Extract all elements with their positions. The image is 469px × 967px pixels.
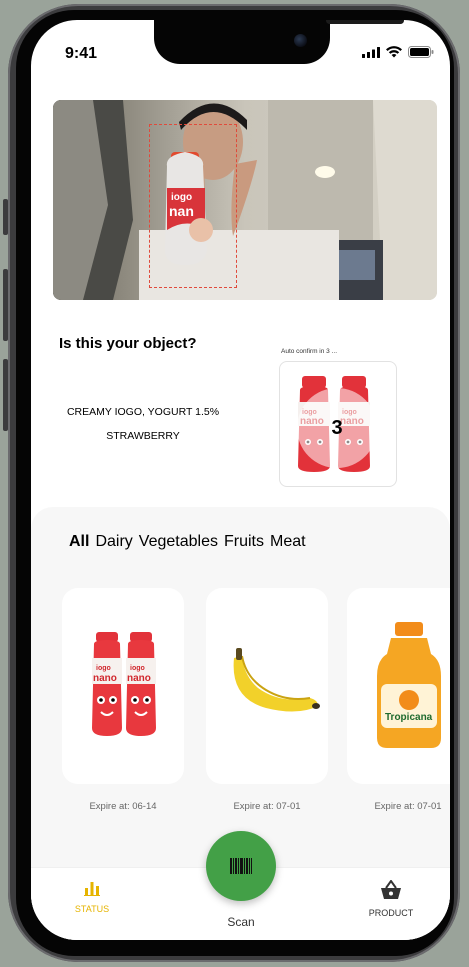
product-card-banana[interactable] (206, 588, 328, 784)
product-card-orange-juice[interactable]: Tropicana (347, 588, 450, 784)
auto-confirm-countdown: 3 (297, 388, 377, 468)
banana-image (233, 648, 320, 712)
tab-all[interactable]: All (69, 533, 89, 551)
detection-question: Is this your object? (59, 335, 197, 352)
status-time: 9:41 (65, 45, 98, 62)
yogurt-image: iogo nano iogo nano (92, 632, 156, 736)
volume-up-button (3, 269, 8, 341)
basket-icon (381, 879, 401, 899)
tab-fruits[interactable]: Fruits (224, 533, 264, 551)
orange-juice-image: Tropicana (377, 622, 441, 748)
scan-button[interactable] (206, 831, 276, 901)
svg-text:Tropicana: Tropicana (385, 712, 433, 723)
camera-feed-image: iogo nan (53, 100, 437, 300)
cellular-signal-icon (362, 46, 380, 58)
detected-product-name: CREAMY IOGO, YOGURT 1.5% STRAWBERRY (61, 400, 225, 448)
status-icons (362, 46, 434, 58)
tab-dairy[interactable]: Dairy (95, 533, 132, 551)
nav-product-label: PRODUCT (368, 908, 414, 918)
expire-date-banana: Expire at: 07-01 (233, 801, 301, 812)
app-screen: 9:41 iogo nan Is this your object? CREAM… (31, 20, 450, 940)
action-button (3, 199, 8, 235)
bar-chart-icon (84, 882, 100, 896)
notch (154, 20, 404, 64)
svg-text:nano: nano (93, 673, 117, 684)
speaker-grille (326, 20, 404, 24)
category-tabs: All Dairy Vegetables Fruits Meat (69, 533, 306, 551)
wifi-icon (386, 46, 402, 58)
detection-box (149, 124, 237, 288)
battery-icon (408, 46, 434, 58)
barcode-icon (230, 858, 252, 874)
product-name-line2: STRAWBERRY (106, 430, 180, 442)
expire-date-yogurt: Expire at: 06-14 (89, 801, 157, 812)
scan-label: Scan (227, 915, 255, 929)
svg-text:iogo: iogo (130, 665, 145, 672)
svg-text:iogo: iogo (96, 665, 111, 672)
front-camera (294, 34, 307, 47)
auto-confirm-text: Auto confirm in 3 ... (281, 348, 337, 355)
tab-vegetables[interactable]: Vegetables (139, 533, 218, 551)
nav-product[interactable]: PRODUCT (366, 879, 416, 918)
nav-status[interactable]: STATUS (72, 880, 112, 914)
camera-preview[interactable]: iogo nan (53, 100, 437, 300)
expire-date-orange-juice: Expire at: 07-01 (374, 801, 442, 812)
tab-meat[interactable]: Meat (270, 533, 306, 551)
product-name-line1: CREAMY IOGO, YOGURT 1.5% (66, 406, 220, 418)
svg-text:nano: nano (127, 673, 151, 684)
volume-down-button (3, 359, 8, 431)
nav-status-label: STATUS (74, 904, 110, 914)
product-card-yogurt[interactable]: iogo nano iogo nano (62, 588, 184, 784)
